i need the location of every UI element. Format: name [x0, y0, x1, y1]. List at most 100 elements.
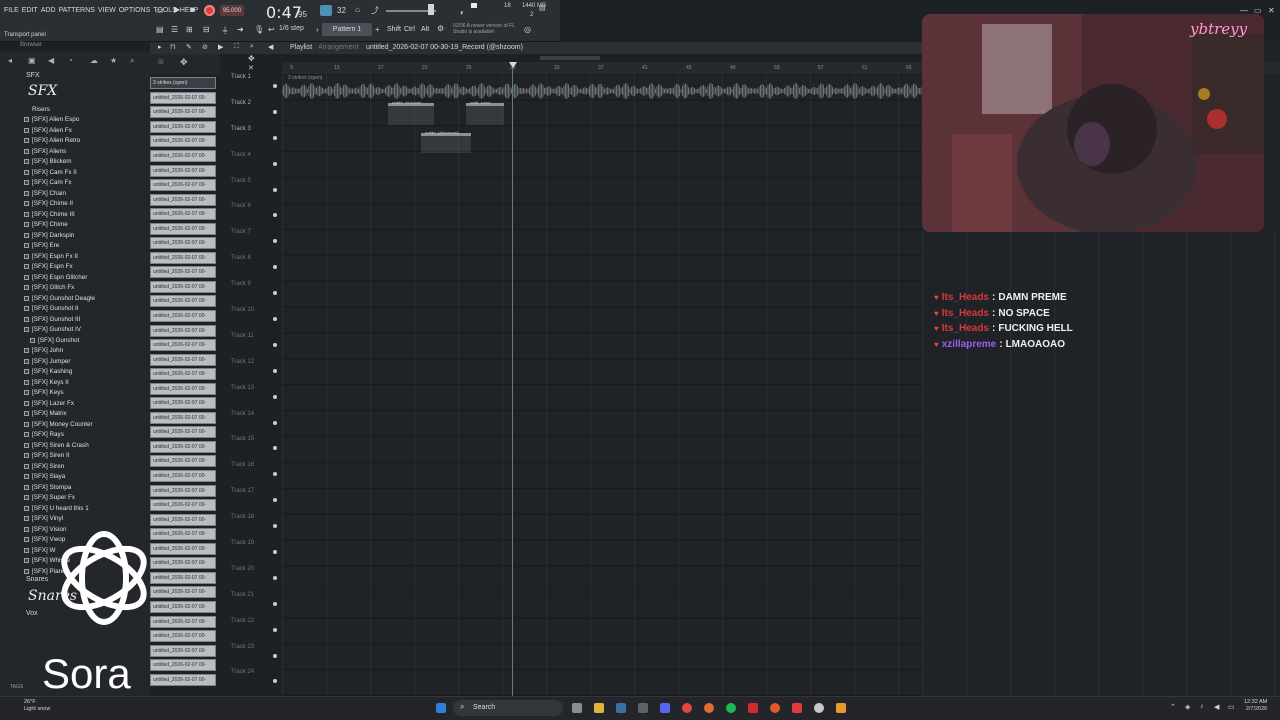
cloud-icon[interactable]: ☁ [90, 56, 98, 65]
clip-track2-a[interactable] [388, 103, 434, 125]
clip-picker-item[interactable]: untitled_2026-02-07 00- [150, 134, 220, 149]
clip-picker-item[interactable]: untitled_2026-02-07 00- [150, 294, 220, 309]
track-header[interactable]: Track 16 [220, 462, 282, 488]
track-header[interactable]: Track 3 [220, 126, 282, 152]
clip-picker-item[interactable]: untitled_2026-02-07 00- [150, 352, 220, 367]
track-mute-led[interactable] [273, 342, 277, 347]
record-button[interactable] [204, 5, 215, 16]
clip-picker-item[interactable]: untitled_2026-02-07 00- [150, 178, 220, 193]
track-mute-led[interactable] [273, 291, 277, 296]
tempo-display[interactable]: 95.000 [220, 5, 244, 16]
file-explorer-icon[interactable] [594, 703, 604, 713]
plugin-icon[interactable]: ⏚ [221, 25, 229, 36]
mic-icon[interactable]: 🎙 [254, 25, 264, 34]
obs-icon[interactable] [770, 703, 780, 713]
menu-edit[interactable]: EDIT [22, 7, 38, 14]
clip-picker-item[interactable]: untitled_2026-02-07 00- [150, 280, 220, 295]
snap-icon[interactable]: ↩ [268, 25, 275, 34]
menu-options[interactable]: OPTIONS [119, 7, 151, 14]
clip-picker-item[interactable]: untitled_2026-02-07 00- [150, 338, 220, 353]
firefox-icon[interactable] [704, 703, 714, 713]
track-mute-led[interactable] [273, 84, 277, 88]
clip-picker-item[interactable]: untitled_2026-02-07 00- [150, 323, 220, 338]
maximize-icon[interactable]: ▭ [1254, 6, 1262, 15]
browser-file-item[interactable]: [SFX] Cam Fx II [24, 167, 149, 178]
browser-file-item[interactable]: [SFX] Keys II [24, 377, 149, 388]
zoom-tool-icon[interactable]: ⌕ [250, 43, 254, 51]
track-header[interactable]: Track 14 [220, 411, 282, 437]
track-header[interactable]: Track 8 [220, 255, 282, 281]
piano-roll-icon[interactable]: ☰ [171, 25, 178, 34]
speaker-tray-icon[interactable]: ◀ [1214, 703, 1219, 711]
update-notice[interactable]: 02/06 A newer version of FL Studio is av… [453, 23, 523, 35]
track-mute-led[interactable] [273, 394, 277, 399]
track-header[interactable]: Track 12 [220, 359, 282, 385]
browser-file-item[interactable]: [SFX] Money Counter [24, 419, 149, 430]
track-mute-led[interactable] [273, 550, 277, 555]
clip-picker-item[interactable]: untitled_2026-02-07 00- [150, 411, 220, 426]
browser-file-item[interactable]: [SFX] Espn Fx [24, 262, 149, 273]
track-header[interactable]: Track 15 [220, 436, 282, 462]
ctrl-key-button[interactable]: Ctrl [404, 26, 415, 33]
channel-rack-icon[interactable]: ⊞ [186, 25, 193, 34]
track-header[interactable]: Track 19 [220, 540, 282, 566]
browser-file-item[interactable]: [SFX] Chime [24, 220, 149, 231]
browser-file-item[interactable]: [SFX] Darkspin [24, 230, 149, 241]
browser-file-item[interactable]: [SFX] Super Fx [24, 493, 149, 504]
spotify-icon[interactable] [726, 703, 736, 713]
magnet-icon[interactable]: ⊓ [170, 43, 175, 51]
browser-file-item[interactable]: [SFX] Alien Espo [24, 115, 149, 126]
track-mute-led[interactable] [273, 135, 277, 140]
track-mute-led[interactable] [273, 498, 277, 503]
menu-help[interactable]: HELP [180, 7, 198, 14]
clip-picker-item[interactable]: untitled_2026-02-07 00- [150, 105, 220, 120]
arrow-icon[interactable]: ➜ [237, 25, 244, 34]
task-view-icon[interactable] [572, 703, 582, 713]
browser-file-item[interactable]: [SFX] Alien Retro [24, 136, 149, 147]
playlist-arrangement[interactable]: Arrangement [318, 44, 358, 51]
clip-picker-item[interactable]: untitled_2026-02-07 00- [150, 120, 220, 135]
track-mute-led[interactable] [273, 239, 277, 244]
clip-picker-item[interactable]: untitled_2026-02-07 00- [150, 367, 220, 382]
picker-move-icon[interactable]: ✥ [180, 57, 188, 68]
star-icon[interactable]: ★ [110, 56, 117, 65]
clip-picker-item[interactable]: untitled_2026-02-07 00- [150, 251, 220, 266]
menu-patterns[interactable]: PATTERNS [59, 7, 95, 14]
track-mute-led[interactable] [273, 109, 277, 114]
playlist-grid[interactable] [282, 74, 922, 696]
clip-picker-item[interactable]: 3 strikes (open) [150, 76, 220, 91]
browser-file-item[interactable]: [SFX] Blickem [24, 157, 149, 168]
clip-picker-item[interactable]: untitled_2026-02-07 00- [150, 381, 220, 396]
browser-folder-item[interactable]: Risers [24, 104, 149, 115]
audio-clip-waveform[interactable] [282, 82, 922, 100]
track-header[interactable]: Track 1 [220, 74, 282, 100]
clip-picker-item[interactable]: untitled_2026-02-07 00- [150, 221, 220, 236]
browser-file-item[interactable]: [SFX] Chime II [24, 199, 149, 210]
browser-file-item[interactable]: [SFX] Alien Fx [24, 125, 149, 136]
playlist-icon[interactable]: ▤ [156, 25, 164, 34]
browser-file-item[interactable]: [SFX] John [24, 346, 149, 357]
menu-file[interactable]: FILE [4, 7, 19, 14]
track-mute-led[interactable] [273, 575, 277, 580]
browser-file-item[interactable]: [SFX] Slaya [24, 472, 149, 483]
track-header[interactable]: Track 22 [220, 618, 282, 644]
clip-picker-item[interactable]: untitled_2026-02-07 00- [150, 425, 220, 440]
track-mute-led[interactable] [273, 161, 277, 166]
clip-picker-item[interactable]: untitled_2026-02-07 00- [150, 483, 220, 498]
clip-picker-item[interactable]: untitled_2026-02-07 00- [150, 163, 220, 178]
track-header[interactable]: Track 20 [220, 566, 282, 592]
stop-button[interactable]: ■ [190, 5, 195, 14]
browser-file-item[interactable]: [SFX] Gunshot Deagle [24, 293, 149, 304]
chrome-icon[interactable] [682, 703, 692, 713]
pattern-selector[interactable]: Pattern 1 [322, 23, 372, 36]
alt-key-button[interactable]: Alt [421, 26, 429, 33]
track-header[interactable]: Track 17 [220, 488, 282, 514]
select-tool-icon[interactable]: ⛶ [234, 43, 239, 51]
snap-step-select[interactable]: 1/6 step [279, 25, 304, 32]
track-mute-led[interactable] [273, 265, 277, 270]
browser-file-item[interactable]: [SFX] Aliens [24, 146, 149, 157]
clip-picker-item[interactable]: untitled_2026-02-07 00- [150, 192, 220, 207]
track-mute-led[interactable] [273, 627, 277, 632]
draw-tool-icon[interactable]: ✎ [186, 43, 192, 51]
track-header[interactable]: Track 4 [220, 152, 282, 178]
